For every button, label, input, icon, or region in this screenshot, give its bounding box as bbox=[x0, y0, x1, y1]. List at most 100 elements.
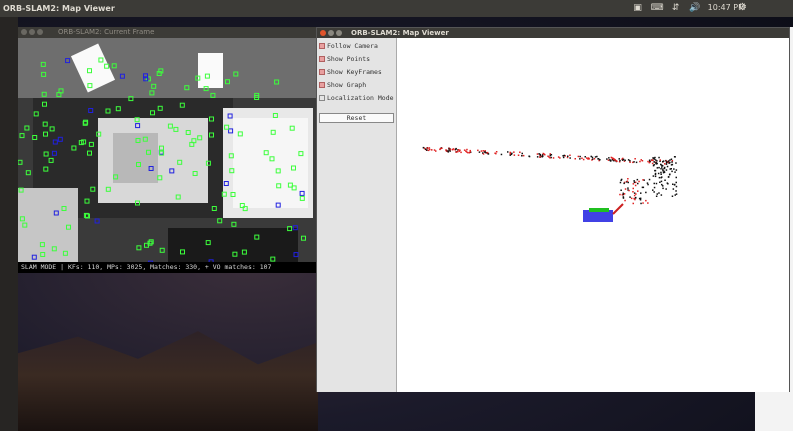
map-point bbox=[606, 158, 608, 160]
map-point bbox=[635, 181, 637, 184]
map-point bbox=[599, 159, 601, 161]
map-point bbox=[664, 179, 666, 181]
map-point bbox=[675, 176, 677, 179]
map-point bbox=[645, 191, 647, 194]
map-point bbox=[623, 182, 625, 185]
close-icon[interactable] bbox=[21, 29, 27, 35]
option-show-points[interactable]: Show Points bbox=[319, 54, 370, 64]
map-point bbox=[640, 192, 642, 194]
map-point bbox=[620, 179, 622, 182]
map-point bbox=[654, 156, 656, 159]
keyboard-icon[interactable]: ⌨ bbox=[651, 2, 664, 14]
map-point bbox=[673, 168, 675, 170]
map-point bbox=[667, 176, 670, 178]
map-point bbox=[513, 154, 516, 156]
map-point bbox=[674, 194, 676, 196]
map-point bbox=[587, 157, 590, 159]
map-point bbox=[642, 179, 644, 181]
map-point bbox=[664, 163, 666, 165]
follow-camera-checkbox[interactable] bbox=[319, 43, 325, 49]
map-point bbox=[538, 153, 540, 155]
map-viewer-titlebar[interactable]: ORB-SLAM2: Map Viewer bbox=[317, 28, 789, 38]
map-point bbox=[591, 156, 594, 159]
map-point bbox=[627, 187, 629, 189]
map-point bbox=[653, 182, 655, 185]
map-point bbox=[426, 149, 428, 151]
map-point bbox=[574, 158, 576, 160]
map-point bbox=[656, 193, 658, 195]
show-keyframes-checkbox[interactable] bbox=[319, 69, 325, 75]
map-point bbox=[427, 149, 430, 152]
maximize-icon[interactable] bbox=[37, 29, 43, 35]
map-point bbox=[633, 180, 635, 182]
map-point bbox=[455, 148, 457, 151]
map-point bbox=[584, 156, 586, 158]
system-tray: ▣ ⌨ ⇵ 🔊 10:47 PM bbox=[632, 2, 745, 14]
map-point bbox=[636, 178, 639, 181]
session-gear-icon[interactable]: ⚙ bbox=[738, 2, 747, 13]
map-point bbox=[659, 181, 661, 183]
map-canvas[interactable] bbox=[397, 38, 789, 392]
map-point bbox=[616, 160, 618, 162]
current-frame-window[interactable]: ORB-SLAM2: Current Frame SLAM MODE | KFs… bbox=[18, 27, 316, 273]
current-frame-titlebar[interactable]: ORB-SLAM2: Current Frame bbox=[18, 27, 316, 38]
map-point bbox=[672, 188, 675, 190]
minimize-icon[interactable] bbox=[29, 29, 35, 35]
map-point bbox=[667, 160, 670, 162]
map-point bbox=[658, 166, 660, 169]
map-point bbox=[634, 198, 636, 201]
map-point bbox=[567, 155, 569, 157]
volume-icon[interactable]: 🔊 bbox=[689, 2, 701, 14]
map-point bbox=[663, 170, 665, 173]
map-point bbox=[632, 191, 634, 193]
map-point bbox=[469, 149, 471, 152]
map-point bbox=[441, 147, 443, 149]
map-point bbox=[500, 153, 503, 156]
map-point bbox=[431, 149, 433, 151]
map-point bbox=[467, 151, 469, 154]
map-point bbox=[666, 165, 669, 168]
network-icon[interactable]: ⇵ bbox=[670, 2, 682, 14]
map-point bbox=[579, 158, 581, 160]
map-point bbox=[593, 158, 596, 160]
map-point bbox=[594, 156, 597, 158]
map-point bbox=[487, 153, 490, 155]
localization-mode-checkbox[interactable] bbox=[319, 95, 325, 101]
map-point bbox=[597, 158, 599, 160]
map-point bbox=[624, 199, 626, 202]
map-point bbox=[528, 155, 531, 158]
map-point bbox=[652, 189, 654, 191]
map-point bbox=[629, 196, 631, 198]
map-point bbox=[665, 169, 668, 171]
map-point bbox=[670, 164, 673, 166]
map-point bbox=[480, 150, 483, 152]
option-show-graph[interactable]: Show Graph bbox=[319, 80, 366, 90]
map-point bbox=[607, 159, 610, 161]
close-icon[interactable] bbox=[320, 30, 326, 36]
map-point bbox=[581, 157, 583, 159]
map-point bbox=[550, 154, 553, 156]
option-show-keyframes[interactable]: Show KeyFrames bbox=[319, 67, 382, 77]
map-point bbox=[658, 156, 660, 159]
map-point bbox=[660, 168, 662, 170]
map-point bbox=[428, 147, 431, 149]
map-viewer-window[interactable]: ORB-SLAM2: Map Viewer Follow Camera Show… bbox=[316, 27, 790, 392]
show-graph-checkbox[interactable] bbox=[319, 82, 325, 88]
option-localization-mode[interactable]: Localization Mode bbox=[319, 93, 394, 103]
map-point bbox=[662, 185, 664, 187]
map-point bbox=[638, 180, 640, 183]
map-point bbox=[653, 158, 656, 160]
map-point bbox=[658, 176, 661, 179]
option-follow-camera[interactable]: Follow Camera bbox=[319, 41, 378, 51]
map-point bbox=[634, 197, 637, 199]
map-point bbox=[447, 151, 450, 153]
map-point bbox=[661, 166, 663, 168]
map-point bbox=[662, 160, 664, 163]
show-points-checkbox[interactable] bbox=[319, 56, 325, 62]
maximize-icon[interactable] bbox=[336, 30, 342, 36]
map-point bbox=[660, 180, 663, 183]
dropbox-icon[interactable]: ▣ bbox=[632, 2, 644, 14]
reset-button[interactable]: Reset bbox=[319, 113, 394, 123]
minimize-icon[interactable] bbox=[328, 30, 334, 36]
map-point bbox=[513, 151, 515, 153]
